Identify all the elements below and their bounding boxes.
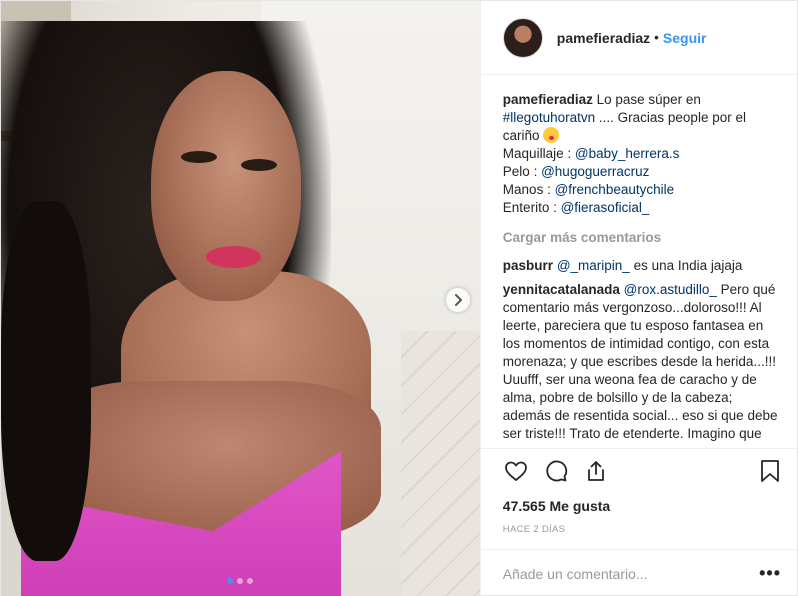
comment-item: yennitacatalanada @rox.astudillo_ Pero q… [503, 281, 779, 443]
comment-mention[interactable]: @rox.astudillo_ [624, 282, 717, 297]
caption-hashtag[interactable]: #llegotuhoratvn [503, 110, 595, 125]
likes-count[interactable]: 47.565 Me gusta [481, 492, 797, 514]
chevron-right-icon [455, 294, 462, 306]
like-button[interactable] [503, 458, 529, 484]
comment-icon [546, 460, 567, 481]
comment-username[interactable]: yennitacatalanada [503, 282, 620, 297]
share-icon [587, 460, 604, 481]
comment-button[interactable] [543, 458, 569, 484]
carousel-dot-1 [227, 578, 233, 584]
carousel-dot-3 [247, 578, 253, 584]
more-options-button[interactable]: ••• [759, 563, 781, 584]
background-tiles [401, 331, 480, 596]
post-photo[interactable] [1, 1, 480, 596]
comment-text: es una India jajaja [633, 258, 743, 273]
lips [206, 246, 261, 268]
right-eye [241, 159, 277, 171]
comment-text: Pero qué comentario más vergonzoso...dol… [502, 282, 778, 441]
comment-input[interactable] [502, 565, 760, 582]
comment-username[interactable]: pasburr [503, 258, 553, 273]
comment-mention[interactable]: @_maripin_ [557, 258, 630, 273]
post-timestamp[interactable]: Hace 2 días [481, 514, 797, 535]
action-bar [480, 448, 797, 492]
add-comment-section: ••• [480, 549, 797, 596]
post-sidebar: pamefieradiaz • Seguir pamefieradiaz Lo … [479, 1, 797, 596]
comments-list[interactable]: pamefieradiaz Lo pase súper en #llegotuh… [481, 75, 797, 448]
save-button[interactable] [757, 458, 783, 484]
caption: pamefieradiaz Lo pase súper en #llegotuh… [503, 91, 779, 217]
bookmark-icon [761, 459, 779, 482]
separator-dot: • [654, 30, 659, 45]
carousel-next-button[interactable] [446, 288, 470, 312]
caption-text-1: Lo pase súper en [596, 92, 701, 107]
share-button[interactable] [583, 458, 609, 484]
instagram-post: pamefieradiaz • Seguir pamefieradiaz Lo … [0, 0, 798, 596]
hair-front [1, 201, 91, 561]
comment-item: pasburr @_maripin_ es una India jajaja [503, 257, 779, 275]
avatar[interactable] [502, 17, 543, 58]
caption-label-hair: Pelo : [502, 164, 538, 179]
left-eye [181, 151, 217, 163]
face-savoring-food-emoji [543, 127, 560, 143]
load-more-comments-button[interactable]: Cargar más comentarios [503, 229, 779, 247]
mention-outfit[interactable]: @fierasoficial_ [561, 200, 650, 215]
mention-makeup[interactable]: @baby_herrera.s [575, 146, 680, 161]
caption-label-nails: Manos : [502, 182, 551, 197]
mention-nails[interactable]: @frenchbeautychile [555, 182, 675, 197]
heart-icon [504, 461, 527, 481]
caption-username[interactable]: pamefieradiaz [503, 92, 593, 107]
carousel-dot-2 [237, 578, 243, 584]
follow-button[interactable]: Seguir [663, 30, 707, 46]
post-header: pamefieradiaz • Seguir [480, 1, 797, 75]
mention-hair[interactable]: @hugoguerracruz [541, 164, 649, 179]
caption-label-makeup: Maquillaje : [502, 146, 572, 161]
caption-label-outfit: Enterito : [502, 200, 557, 215]
author-username[interactable]: pamefieradiaz [557, 30, 650, 46]
carousel-indicator [227, 578, 253, 584]
